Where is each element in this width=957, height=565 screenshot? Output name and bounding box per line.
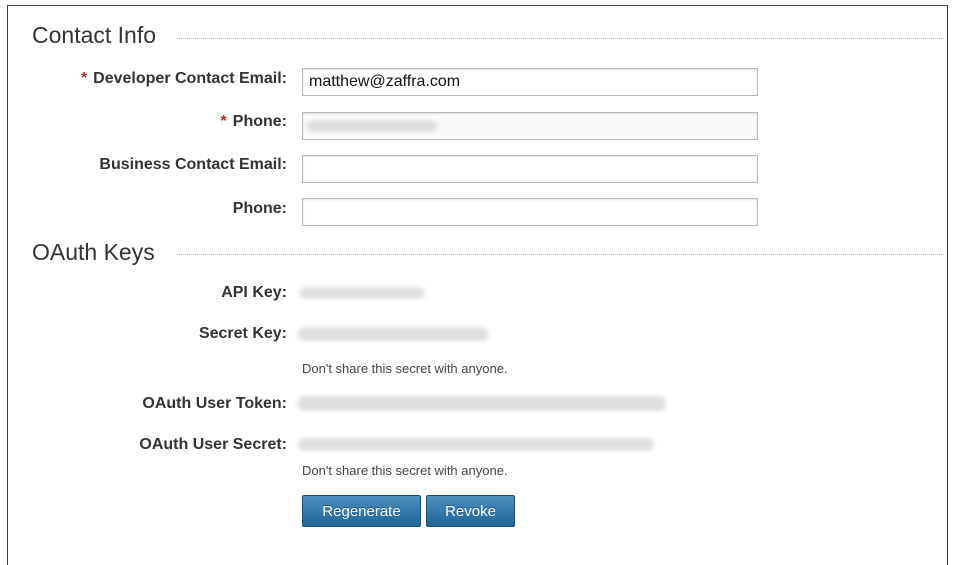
phone-label-text: Phone:	[232, 113, 287, 130]
required-marker: *	[80, 70, 88, 87]
oauth-keys-title: OAuth Keys	[32, 239, 155, 265]
revoke-button[interactable]: Revoke	[426, 495, 515, 527]
oauth-keys-divider	[177, 254, 944, 255]
api-key-label: API Key:	[221, 284, 287, 301]
contact-info-title: Contact Info	[32, 22, 157, 48]
phone-label: * Phone:	[221, 112, 287, 132]
redacted-secret-key	[298, 327, 488, 341]
redacted-api-key	[300, 287, 425, 299]
redacted-user-secret	[298, 438, 654, 451]
user-token-label: OAuth User Token:	[142, 395, 287, 412]
redacted-phone	[307, 120, 437, 132]
user-secret-label: OAuth User Secret:	[139, 436, 287, 453]
secret-key-label: Secret Key:	[198, 325, 287, 342]
user-secret-note: Don't share this secret with anyone.	[302, 463, 508, 478]
phone-input[interactable]	[302, 112, 758, 140]
contact-info-divider	[177, 38, 944, 39]
regenerate-button[interactable]: Regenerate	[302, 495, 421, 527]
secret-key-note: Don't share this secret with anyone.	[302, 361, 508, 376]
business-email-label: Business Contact Email:	[99, 156, 287, 173]
redacted-user-token	[298, 396, 666, 411]
required-marker: *	[220, 113, 227, 130]
developer-email-label-text: Developer Contact Email:	[93, 70, 287, 87]
developer-email-label: * Developer Contact Email:	[81, 69, 287, 89]
contact-info-heading: Contact Info	[32, 22, 156, 49]
developer-email-input[interactable]	[302, 68, 758, 96]
business-phone-input[interactable]	[302, 198, 758, 226]
business-phone-label: Phone:	[232, 200, 287, 217]
business-email-input[interactable]	[302, 155, 758, 183]
oauth-keys-heading: OAuth Keys	[32, 239, 155, 266]
